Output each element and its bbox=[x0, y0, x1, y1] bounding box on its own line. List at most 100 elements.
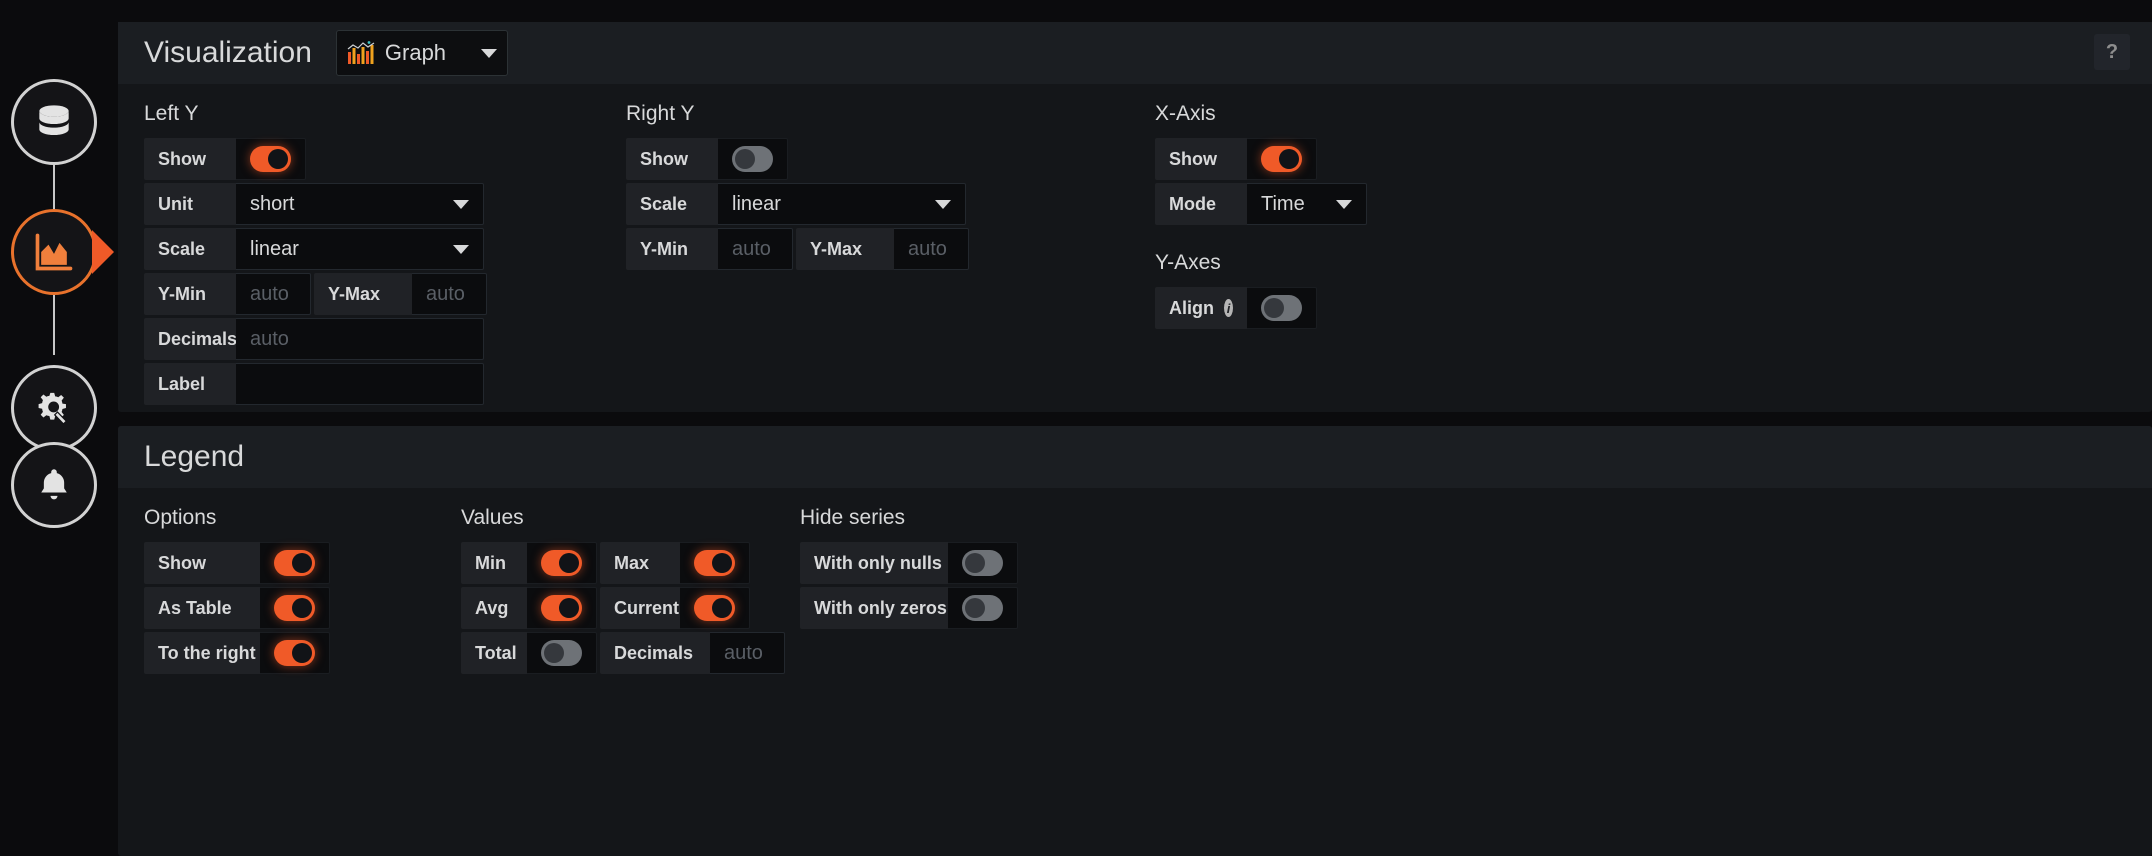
legend-hide-series-group: Hide series With only nulls With only ze… bbox=[800, 506, 1130, 632]
legend-to-the-right-toggle[interactable] bbox=[260, 632, 330, 674]
toggle-switch[interactable] bbox=[541, 640, 582, 666]
right-y-scale-value: linear bbox=[732, 193, 781, 216]
database-icon bbox=[32, 100, 76, 144]
x-axis-mode-select[interactable]: Time bbox=[1247, 183, 1367, 225]
left-y-decimals-input[interactable]: auto bbox=[236, 318, 484, 360]
left-y-max-label: Y-Max bbox=[314, 273, 412, 315]
sidebar-item-general[interactable] bbox=[11, 365, 97, 451]
legend-section: Legend Options Show As Table bbox=[118, 426, 2152, 856]
legend-hide-zeros-label: With only zeros bbox=[800, 587, 948, 629]
legend-max-toggle[interactable] bbox=[680, 542, 750, 584]
legend-to-the-right-label: To the right bbox=[144, 632, 260, 674]
info-icon[interactable]: i bbox=[1224, 299, 1233, 317]
rail-connector bbox=[53, 295, 55, 355]
help-button[interactable]: ? bbox=[2094, 34, 2130, 70]
x-axis-show-toggle[interactable] bbox=[1247, 138, 1317, 180]
left-y-min-input[interactable]: auto bbox=[236, 273, 311, 315]
right-y-scale-row: Scale linear bbox=[626, 183, 1096, 225]
x-axis-mode-value: Time bbox=[1261, 193, 1305, 216]
visualization-type-label: Graph bbox=[385, 40, 471, 66]
toggle-switch[interactable] bbox=[962, 550, 1003, 576]
right-y-show-toggle[interactable] bbox=[718, 138, 788, 180]
x-axis-group: X-Axis Show Mode Time Y-Axes bbox=[1155, 102, 1475, 332]
sidebar-item-visualization[interactable] bbox=[11, 209, 97, 295]
legend-min-toggle[interactable] bbox=[527, 542, 597, 584]
legend-as-table-toggle[interactable] bbox=[260, 587, 330, 629]
left-y-group: Left Y Show Unit short Scale bbox=[144, 102, 584, 408]
legend-total-toggle[interactable] bbox=[527, 632, 597, 674]
x-axis-show-row: Show bbox=[1155, 138, 1475, 180]
x-axis-mode-label: Mode bbox=[1155, 183, 1247, 225]
active-panel-pointer bbox=[92, 230, 114, 274]
legend-hide-series-title: Hide series bbox=[800, 506, 1130, 530]
toggle-switch[interactable] bbox=[274, 640, 315, 666]
toggle-switch[interactable] bbox=[541, 550, 582, 576]
legend-avg-toggle[interactable] bbox=[527, 587, 597, 629]
legend-hide-zeros-toggle[interactable] bbox=[948, 587, 1018, 629]
legend-avg-label: Avg bbox=[461, 587, 527, 629]
left-y-show-row: Show bbox=[144, 138, 584, 180]
legend-hide-nulls-toggle[interactable] bbox=[948, 542, 1018, 584]
legend-total-label: Total bbox=[461, 632, 527, 674]
toggle-switch[interactable] bbox=[1261, 295, 1302, 321]
right-y-min-label: Y-Min bbox=[626, 228, 718, 270]
left-y-scale-select[interactable]: linear bbox=[236, 228, 484, 270]
left-y-decimals-placeholder: auto bbox=[250, 328, 289, 351]
right-y-max-placeholder: auto bbox=[908, 238, 947, 261]
chevron-down-icon bbox=[453, 245, 469, 254]
right-y-scale-select[interactable]: linear bbox=[718, 183, 966, 225]
left-y-title: Left Y bbox=[144, 102, 584, 126]
left-y-scale-value: linear bbox=[250, 238, 299, 261]
right-y-scale-label: Scale bbox=[626, 183, 718, 225]
chevron-down-icon bbox=[453, 200, 469, 209]
left-y-label-row: Label bbox=[144, 363, 584, 405]
legend-as-table-label: As Table bbox=[144, 587, 260, 629]
sidebar-item-queries[interactable] bbox=[11, 79, 97, 165]
left-y-decimals-label: Decimals bbox=[144, 318, 236, 360]
legend-hide-nulls-label: With only nulls bbox=[800, 542, 948, 584]
toggle-switch[interactable] bbox=[1261, 146, 1302, 172]
sidebar-item-alert[interactable] bbox=[11, 442, 97, 528]
toggle-switch[interactable] bbox=[962, 595, 1003, 621]
left-y-show-label: Show bbox=[144, 138, 236, 180]
left-y-label-input[interactable] bbox=[236, 363, 484, 405]
left-y-unit-label: Unit bbox=[144, 183, 236, 225]
left-y-max-input[interactable]: auto bbox=[412, 273, 487, 315]
legend-min-label: Min bbox=[461, 542, 527, 584]
legend-hide-nulls-row: With only nulls bbox=[800, 542, 1130, 584]
right-y-min-input[interactable]: auto bbox=[718, 228, 793, 270]
toggle-switch[interactable] bbox=[250, 146, 291, 172]
left-y-unit-value: short bbox=[250, 193, 294, 216]
left-y-show-toggle[interactable] bbox=[236, 138, 306, 180]
left-y-scale-label: Scale bbox=[144, 228, 236, 270]
toggle-switch[interactable] bbox=[694, 595, 735, 621]
legend-show-toggle[interactable] bbox=[260, 542, 330, 584]
legend-title: Legend bbox=[144, 440, 244, 474]
legend-show-row: Show bbox=[144, 542, 444, 584]
toggle-switch[interactable] bbox=[732, 146, 773, 172]
legend-show-label: Show bbox=[144, 542, 260, 584]
visualization-type-picker[interactable]: Graph bbox=[336, 30, 508, 76]
y-axes-align-toggle[interactable] bbox=[1247, 287, 1317, 329]
legend-current-label: Current bbox=[600, 587, 680, 629]
axes-options-body: Left Y Show Unit short Scale bbox=[118, 84, 2152, 124]
chevron-down-icon bbox=[1336, 200, 1352, 209]
right-y-max-input[interactable]: auto bbox=[894, 228, 969, 270]
legend-hide-zeros-row: With only zeros bbox=[800, 587, 1130, 629]
right-y-show-label: Show bbox=[626, 138, 718, 180]
legend-current-toggle[interactable] bbox=[680, 587, 750, 629]
y-axes-title: Y-Axes bbox=[1155, 251, 1475, 275]
legend-decimals-input[interactable]: auto bbox=[710, 632, 785, 674]
toggle-switch[interactable] bbox=[274, 595, 315, 621]
bell-icon bbox=[33, 464, 75, 506]
area-chart-icon bbox=[32, 230, 76, 274]
toggle-switch[interactable] bbox=[274, 550, 315, 576]
toggle-switch[interactable] bbox=[541, 595, 582, 621]
legend-header: Legend bbox=[118, 426, 2152, 488]
toggle-switch[interactable] bbox=[694, 550, 735, 576]
left-y-unit-select[interactable]: short bbox=[236, 183, 484, 225]
left-y-unit-row: Unit short bbox=[144, 183, 584, 225]
legend-total-decimals-row: Total Decimals auto bbox=[461, 632, 881, 674]
left-y-min-placeholder: auto bbox=[250, 283, 289, 306]
left-y-label-label: Label bbox=[144, 363, 236, 405]
